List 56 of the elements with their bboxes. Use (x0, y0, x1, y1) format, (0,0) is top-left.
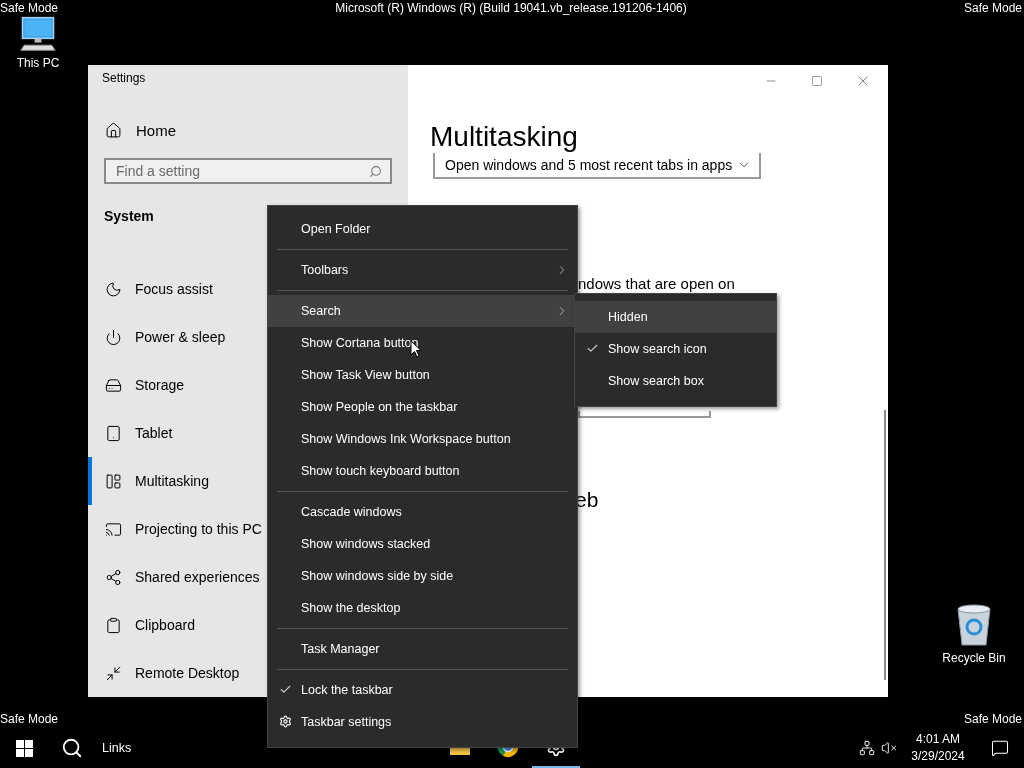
menu-item[interactable]: Taskbar settings (268, 706, 577, 738)
clipboard-icon (105, 616, 122, 634)
drive-icon (105, 376, 122, 394)
check-icon (586, 342, 599, 355)
maximize-icon (811, 75, 823, 87)
setting-description: ndows that are open on (578, 274, 736, 294)
menu-item[interactable]: Open Folder (268, 213, 577, 245)
safe-mode-label: Safe Mode (0, 1, 59, 15)
arrows-icon (105, 664, 122, 682)
menu-item[interactable]: Toolbars (268, 254, 577, 286)
windows-logo-icon (15, 739, 33, 757)
notification-icon[interactable] (991, 739, 1009, 757)
menu-item[interactable]: Show windows stacked (268, 528, 577, 560)
search-field[interactable]: Find a setting (104, 158, 392, 184)
menu-item[interactable]: Lock the taskbar (268, 674, 577, 706)
menu-item[interactable]: Show search box (575, 365, 776, 397)
search-icon (61, 737, 83, 759)
dropdown-field[interactable]: Open windows and 5 most recent tabs in apps (433, 153, 761, 179)
dropdown-field[interactable] (578, 411, 711, 418)
build-info: Microsoft (R) Windows (R) (Build 19041.vb_release.191206-1406) (335, 1, 687, 15)
safe-mode-label: Safe Mode (963, 1, 1022, 15)
menu-item[interactable]: Hidden (575, 301, 776, 333)
check-icon (279, 683, 292, 696)
desktop-icon-label[interactable]: Recycle Bin (942, 651, 1006, 665)
home-link[interactable]: Home (136, 121, 176, 139)
scrollbar[interactable] (884, 410, 886, 680)
menu-item[interactable]: Show Task View button (268, 359, 577, 391)
menu-item[interactable]: Show search icon (575, 333, 776, 365)
page-title: Multitasking (430, 120, 579, 154)
home-icon (105, 121, 122, 139)
power-icon (105, 328, 122, 346)
tablet-icon (105, 424, 122, 442)
menu-item[interactable]: Show the desktop (268, 592, 577, 624)
safe-mode-label: Safe Mode (963, 712, 1022, 726)
recycle-bin-icon (954, 603, 994, 647)
safe-mode-label: Safe Mode (0, 712, 59, 726)
section-heading: System (104, 208, 154, 224)
muted-speaker-icon[interactable] (881, 740, 897, 756)
search-icon (369, 164, 382, 178)
computer-icon (18, 16, 58, 52)
toolbar-label[interactable]: Links (102, 741, 132, 755)
clock[interactable]: 4:01 AM 3/29/2024 (900, 731, 976, 765)
window-title: Settings (102, 71, 146, 86)
menu-item[interactable]: Show Cortana button (268, 327, 577, 359)
menu-item[interactable]: Task Manager (268, 633, 577, 665)
cast-icon (105, 520, 122, 538)
desktop-icon-label[interactable]: This PC (16, 56, 60, 70)
panels-icon (105, 472, 122, 490)
menu-item[interactable]: Search (268, 295, 577, 327)
network-icon[interactable] (859, 740, 875, 756)
moon-icon (105, 280, 122, 298)
gear-icon (279, 715, 292, 728)
menu-item[interactable]: Show windows side by side (268, 560, 577, 592)
share-icon (105, 568, 122, 586)
menu-item[interactable]: Show People on the taskbar (268, 391, 577, 423)
menu-item[interactable]: Show Windows Ink Workspace button (268, 423, 577, 455)
